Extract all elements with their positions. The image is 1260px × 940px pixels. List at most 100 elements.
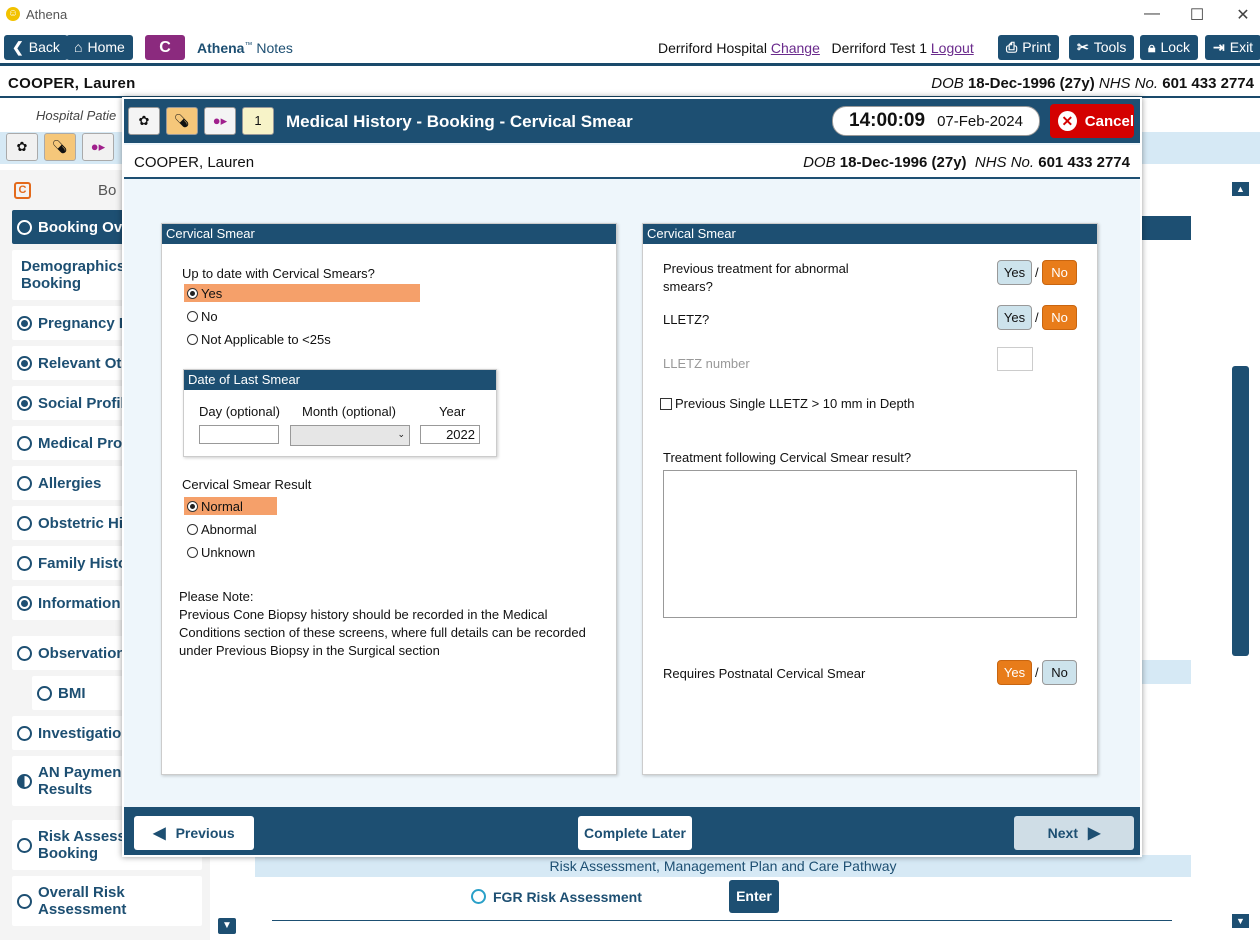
dob-value: 18-Dec-1996 (27y) bbox=[967, 75, 1095, 92]
lletz-yes-button[interactable]: Yes bbox=[997, 305, 1032, 330]
exit-button[interactable]: ⇥ Exit bbox=[1205, 35, 1260, 60]
postnatal-no-button[interactable]: No bbox=[1042, 660, 1077, 685]
sidebar-item-label: Observation bbox=[38, 644, 126, 662]
sidebar-item-label: Pregnancy F bbox=[38, 314, 129, 332]
year-input[interactable]: 2022 bbox=[420, 425, 480, 444]
medication-icon[interactable]: 💊︎ bbox=[166, 107, 198, 135]
status-icon bbox=[17, 893, 32, 909]
lletz-no-button[interactable]: No bbox=[1042, 305, 1077, 330]
up-to-date-yes-radio[interactable]: Yes bbox=[184, 284, 420, 302]
home-button[interactable]: ⌂ Home bbox=[66, 35, 133, 60]
status-icon bbox=[17, 595, 32, 611]
postnatal-yes-button[interactable]: Yes bbox=[997, 660, 1032, 685]
status-icon bbox=[17, 355, 32, 371]
month-select[interactable]: ⌄ bbox=[290, 425, 410, 446]
next-button[interactable]: Next ▶ bbox=[1014, 816, 1134, 850]
chevron-down-icon: ⌄ bbox=[397, 429, 405, 439]
checkbox-icon[interactable] bbox=[660, 397, 672, 410]
result-abnormal-radio[interactable]: Abnormal bbox=[184, 520, 257, 538]
nhs-label: NHS No. bbox=[974, 154, 1035, 171]
close-circle-icon: ✕ bbox=[1058, 111, 1077, 131]
status-icon bbox=[17, 515, 32, 531]
logout-link[interactable]: Logout bbox=[931, 40, 974, 56]
calendar-icon[interactable]: 1 bbox=[242, 107, 274, 135]
up-to-date-no-radio[interactable]: No bbox=[184, 307, 218, 325]
window-titlebar: ☺ Athena — ☐ ✕ bbox=[0, 0, 1260, 30]
radio-icon bbox=[187, 546, 198, 558]
app-tm: ™ bbox=[244, 40, 253, 50]
day-label: Day (optional) bbox=[199, 404, 280, 419]
note-line: Conditions section of these screens, whe… bbox=[179, 625, 586, 640]
sidebar-item-overall-risk[interactable]: Overall Risk Assessment bbox=[12, 876, 202, 926]
fgr-enter-button[interactable]: Enter bbox=[729, 880, 779, 913]
close-icon[interactable]: ✕ bbox=[1231, 5, 1255, 25]
pregnancy-icon[interactable]: ●▸ bbox=[82, 133, 114, 161]
previous-label: Previous bbox=[175, 825, 235, 841]
option-label: No bbox=[201, 308, 218, 324]
risk-section-header: Risk Assessment, Management Plan and Car… bbox=[255, 855, 1191, 877]
exit-icon: ⇥ bbox=[1213, 39, 1225, 55]
day-input[interactable] bbox=[199, 425, 279, 444]
cancel-button[interactable]: ✕ Cancel bbox=[1050, 104, 1134, 138]
main-scrollbar[interactable]: ▲ ▼ bbox=[1228, 180, 1252, 930]
radio-icon bbox=[187, 333, 198, 345]
sidebar-item-label: Booking Ov bbox=[38, 218, 123, 236]
sidebar-item-label: Risk Assess Booking bbox=[38, 828, 126, 862]
status-icon bbox=[37, 685, 52, 701]
year-label: Year bbox=[439, 404, 466, 419]
prev-treatment-no-button[interactable]: No bbox=[1042, 260, 1077, 285]
minimize-icon[interactable]: — bbox=[1140, 5, 1164, 23]
result-unknown-radio[interactable]: Unknown bbox=[184, 543, 255, 561]
lletz-number-input[interactable] bbox=[997, 347, 1033, 371]
sidebar-header: Bo bbox=[98, 182, 117, 199]
patient-name: COOPER, Lauren bbox=[8, 75, 136, 92]
chevron-down-icon[interactable]: ▼ bbox=[1232, 914, 1249, 928]
lletz-depth-checkbox-row[interactable]: Previous Single LLETZ > 10 mm in Depth bbox=[660, 396, 915, 411]
separator: / bbox=[1035, 310, 1039, 325]
note-line: Previous Cone Biopsy history should be r… bbox=[179, 607, 548, 622]
flower-icon[interactable]: ✿ bbox=[128, 107, 160, 135]
patient-details: DOB 18-Dec-1996 (27y) NHS No. 601 433 27… bbox=[803, 154, 1130, 171]
sidebar-item-label: AN Paymen Results bbox=[38, 764, 122, 798]
up-to-date-na-radio[interactable]: Not Applicable to <25s bbox=[184, 330, 331, 348]
user-name: Derriford Test 1 bbox=[831, 40, 927, 56]
flower-icon[interactable]: ✿ bbox=[6, 133, 38, 161]
separator: / bbox=[1035, 265, 1039, 280]
note-block: Please Note: Previous Cone Biopsy histor… bbox=[179, 588, 586, 660]
dob-label: DOB bbox=[803, 154, 836, 171]
maximize-icon[interactable]: ☐ bbox=[1185, 5, 1209, 25]
chevron-down-icon[interactable]: ▼ bbox=[218, 918, 236, 934]
option-label: Abnormal bbox=[201, 521, 257, 537]
status-icon bbox=[17, 645, 32, 661]
c-button[interactable]: C bbox=[145, 35, 185, 60]
sidebar-item-label: Investigatio bbox=[38, 724, 122, 742]
sidebar-item-label: Relevant Oth bbox=[38, 354, 131, 372]
prev-treatment-yes-button[interactable]: Yes bbox=[997, 260, 1032, 285]
scrollbar-thumb[interactable] bbox=[1232, 366, 1249, 656]
hospital-name: Derriford Hospital bbox=[658, 40, 767, 56]
dob-value: 18-Dec-1996 (27y) bbox=[839, 154, 967, 171]
back-button[interactable]: ❮ Back bbox=[4, 35, 68, 60]
status-icon bbox=[17, 555, 32, 571]
radio-icon bbox=[187, 523, 198, 535]
change-hospital-link[interactable]: Change bbox=[771, 40, 820, 56]
date-last-smear-box: Date of Last Smear Day (optional) Month … bbox=[183, 369, 497, 457]
chevron-left-icon: ❮ bbox=[12, 39, 24, 55]
tools-label: Tools bbox=[1093, 39, 1127, 55]
print-button[interactable]: ⎙ Print bbox=[998, 35, 1059, 60]
home-label: Home bbox=[87, 39, 125, 55]
chevron-up-icon[interactable]: ▲ bbox=[1232, 182, 1249, 196]
modal-patient-banner: COOPER, Lauren DOB 18-Dec-1996 (27y) NHS… bbox=[124, 145, 1140, 179]
question-line: Previous treatment for abnormal bbox=[663, 261, 849, 276]
cancel-label: Cancel bbox=[1084, 112, 1134, 130]
previous-button[interactable]: ◀ Previous bbox=[134, 816, 254, 850]
medication-icon[interactable]: 💊︎ bbox=[44, 133, 76, 161]
next-label: Next bbox=[1047, 825, 1079, 841]
pregnancy-icon[interactable]: ●▸ bbox=[204, 107, 236, 135]
complete-later-button[interactable]: Complete Later bbox=[578, 816, 692, 850]
lock-button[interactable]: 🔒︎ Lock bbox=[1140, 35, 1199, 60]
tools-button[interactable]: ✂ Tools bbox=[1069, 35, 1135, 60]
treatment-following-textarea[interactable] bbox=[663, 470, 1077, 618]
result-normal-radio[interactable]: Normal bbox=[184, 497, 277, 515]
divider bbox=[272, 920, 1172, 921]
